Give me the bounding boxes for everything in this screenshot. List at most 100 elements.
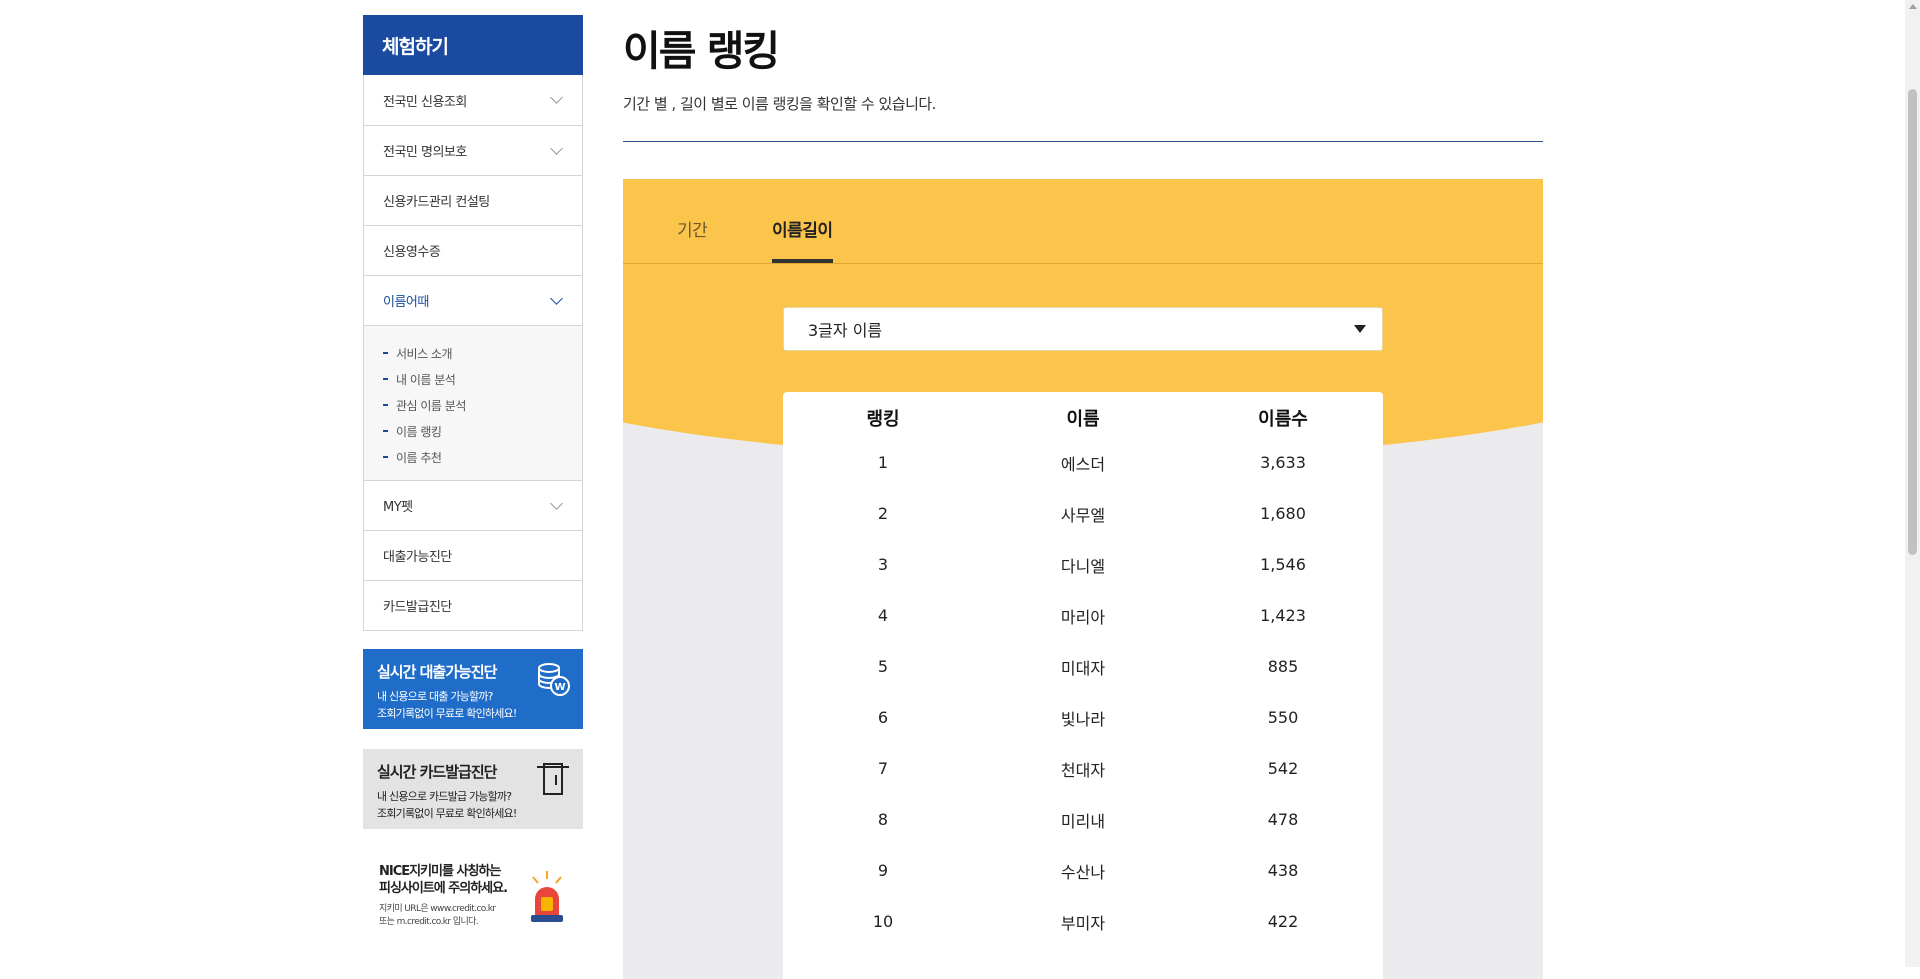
count-cell: 1,546 <box>1260 555 1306 574</box>
main-content: 이름 랭킹 기간 별 , 길이 별로 이름 랭킹을 확인할 수 있습니다. 기간… <box>623 0 1543 979</box>
sidebar-item-label: MY펫 <box>383 500 413 515</box>
sidebar-item-identity-protection[interactable]: 전국민 명의보호 <box>364 125 582 175</box>
submenu-item-label: 이름 랭킹 <box>396 424 442 439</box>
name-cell: 부미자 <box>1060 913 1106 933</box>
banner-desc-line: 조회기록없이 무료로 확인하세요! <box>377 707 517 720</box>
sidebar-item-card-consulting[interactable]: 신용카드관리 컨설팅 <box>364 175 582 225</box>
caret-down-icon <box>1354 325 1366 333</box>
count-cell: 1,680 <box>1260 504 1306 523</box>
banner-desc-line: 조회기록없이 무료로 확인하세요! <box>377 807 517 820</box>
chevron-up-icon <box>550 291 563 305</box>
count-cell: 542 <box>1267 759 1299 778</box>
submenu-item-my-name[interactable]: 내 이름 분석 <box>383 366 563 392</box>
submenu-item-name-recommend[interactable]: 이름 추천 <box>383 444 563 470</box>
scroll-thumb[interactable] <box>1908 89 1917 555</box>
name-cell: 수산나 <box>1060 862 1106 882</box>
count-cell: 550 <box>1267 708 1299 727</box>
submenu-item-name-ranking[interactable]: 이름 랭킹 <box>383 418 563 444</box>
table-row: 2 사무엘 1,680 <box>783 488 1383 539</box>
table-row: 6 빛나라 550 <box>783 692 1383 743</box>
rank-cell: 1 <box>877 453 889 472</box>
sidebar: 체험하기 전국민 신용조회 전국민 명의보호 신용카드관리 컨설팅 신용영수증 … <box>363 15 583 631</box>
scroll-up-arrow-icon[interactable] <box>1909 4 1917 9</box>
count-cell: 478 <box>1267 810 1299 829</box>
coin-stack-icon: W <box>538 663 570 696</box>
table-row: 10 부미자 422 <box>783 896 1383 947</box>
rank-cell: 2 <box>877 504 889 523</box>
sidebar-item-label: 전국민 신용조회 <box>383 94 467 110</box>
count-cell: 422 <box>1267 912 1299 931</box>
table-header: 랭킹 이름 이름수 <box>783 405 1383 437</box>
count-cell: 438 <box>1267 861 1299 880</box>
dash-icon <box>383 404 388 406</box>
dash-icon <box>383 456 388 458</box>
vertical-scrollbar[interactable] <box>1905 0 1920 967</box>
name-cell: 천대자 <box>1060 760 1106 780</box>
sidebar-menu: 전국민 신용조회 전국민 명의보호 신용카드관리 컨설팅 신용영수증 이름어때 … <box>363 75 583 631</box>
page-title: 이름 랭킹 <box>623 27 780 75</box>
svg-text:W: W <box>554 682 565 693</box>
table-row: 5 미대자 885 <box>783 641 1383 692</box>
column-header-rank: 랭킹 <box>866 409 900 430</box>
ranking-table: 랭킹 이름 이름수 1 에스더 3,633 2 사무엘 1,680 3 다니엘 1,546 4 마리… <box>783 392 1383 979</box>
title-divider <box>623 141 1543 142</box>
table-row: 4 마리아 1,423 <box>783 590 1383 641</box>
tab-period[interactable]: 기간 <box>677 216 708 263</box>
phishing-warning-banner[interactable]: NICE지키미를 사칭하는 피싱사이트에 주의하세요. 지키미 URL은 www… <box>363 853 583 943</box>
name-cell: 다니엘 <box>1060 556 1106 576</box>
name-cell: 미리내 <box>1060 811 1106 831</box>
sidebar-item-label: 카드발급진단 <box>383 600 452 615</box>
sidebar-item-credit-check[interactable]: 전국민 신용조회 <box>364 75 582 125</box>
dash-icon <box>383 430 388 432</box>
sidebar-item-credit-receipt[interactable]: 신용영수증 <box>364 225 582 275</box>
sidebar-item-name-service[interactable]: 이름어때 <box>364 275 582 325</box>
ranking-tabs: 기간 이름길이 <box>623 179 1543 264</box>
tab-name-length[interactable]: 이름길이 <box>772 216 833 263</box>
count-cell: 1,423 <box>1260 606 1306 625</box>
submenu-item-intro[interactable]: 서비스 소개 <box>383 340 563 366</box>
column-header-count: 이름수 <box>1258 409 1308 430</box>
sidebar-item-label: 신용영수증 <box>383 245 441 260</box>
rank-cell: 8 <box>877 810 889 829</box>
name-cell: 사무엘 <box>1060 505 1106 525</box>
sidebar-item-label: 전국민 명의보호 <box>383 145 467 160</box>
rank-cell: 7 <box>877 759 889 778</box>
card-slot-icon <box>537 763 569 795</box>
count-cell: 885 <box>1267 657 1299 676</box>
table-body: 1 에스더 3,633 2 사무엘 1,680 3 다니엘 1,546 4 마리아 1,423 5 미대자… <box>783 437 1383 947</box>
ranking-panel: 기간 이름길이 3글자 이름 랭킹 이름 이름수 1 에스더 3,633 2 사무엘 1,… <box>623 179 1543 979</box>
card-diagnosis-banner[interactable]: 실시간 카드발급진단 내 신용으로 카드발급 가능할까? 조회기록없이 무료로 … <box>363 749 583 829</box>
name-cell: 마리아 <box>1060 607 1106 627</box>
rank-cell: 3 <box>877 555 889 574</box>
sidebar-title: 체험하기 <box>363 15 583 75</box>
rank-cell: 4 <box>877 606 889 625</box>
table-row: 7 천대자 542 <box>783 743 1383 794</box>
siren-icon <box>531 871 563 922</box>
submenu-item-label: 내 이름 분석 <box>396 372 456 387</box>
sidebar-item-label: 대출가능진단 <box>383 550 452 565</box>
rank-cell: 9 <box>877 861 889 880</box>
dash-icon <box>383 378 388 380</box>
name-cell: 미대자 <box>1060 658 1106 678</box>
chevron-down-icon <box>550 141 563 155</box>
loan-diagnosis-banner[interactable]: 실시간 대출가능진단 내 신용으로 대출 가능할까? 조회기록없이 무료로 확인… <box>363 649 583 729</box>
name-cell: 빛나라 <box>1060 709 1106 729</box>
rank-cell: 10 <box>872 912 894 931</box>
table-row: 3 다니엘 1,546 <box>783 539 1383 590</box>
sidebar-item-label: 신용카드관리 컨설팅 <box>383 195 490 210</box>
select-value: 3글자 이름 <box>808 321 883 340</box>
table-row: 9 수산나 438 <box>783 845 1383 896</box>
sidebar-item-label: 이름어때 <box>383 295 429 310</box>
submenu-item-label: 서비스 소개 <box>396 346 453 361</box>
name-cell: 에스더 <box>1060 454 1106 474</box>
table-row: 1 에스더 3,633 <box>783 437 1383 488</box>
chevron-down-icon <box>550 496 563 510</box>
sidebar-item-my-pet[interactable]: MY펫 <box>364 480 582 530</box>
submenu-item-interest-name[interactable]: 관심 이름 분석 <box>383 392 563 418</box>
sidebar-item-card-diagnosis[interactable]: 카드발급진단 <box>364 580 582 630</box>
count-cell: 3,633 <box>1260 453 1306 472</box>
rank-cell: 5 <box>877 657 889 676</box>
sidebar-item-loan-diagnosis[interactable]: 대출가능진단 <box>364 530 582 580</box>
table-row: 8 미리내 478 <box>783 794 1383 845</box>
name-length-select[interactable]: 3글자 이름 <box>783 307 1383 351</box>
